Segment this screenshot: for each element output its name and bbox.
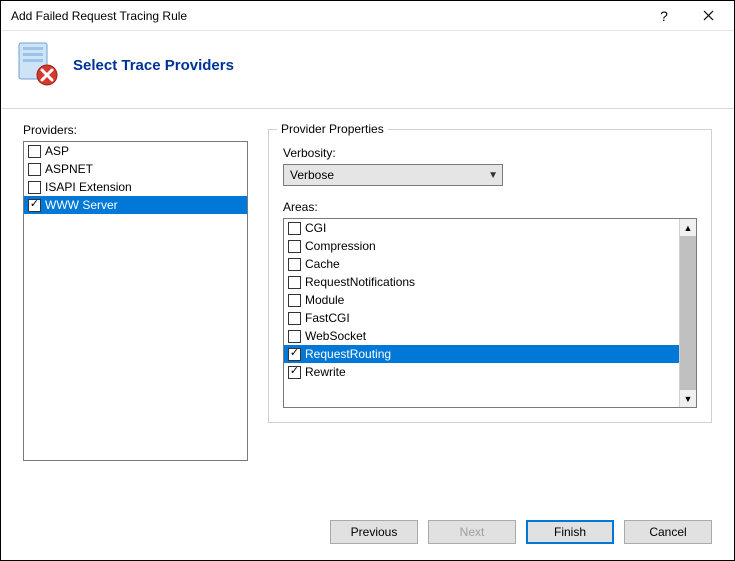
area-item-label: CGI bbox=[305, 221, 326, 235]
group-legend: Provider Properties bbox=[277, 122, 388, 136]
verbosity-combobox[interactable]: Verbose ▼ bbox=[283, 164, 503, 186]
area-item[interactable]: Rewrite bbox=[284, 363, 679, 381]
provider-item-label: ISAPI Extension bbox=[45, 180, 132, 194]
areas-label: Areas: bbox=[283, 200, 697, 214]
area-item-label: WebSocket bbox=[305, 329, 366, 343]
area-item[interactable]: Cache bbox=[284, 255, 679, 273]
close-icon bbox=[703, 10, 714, 21]
provider-item[interactable]: ASP bbox=[24, 142, 247, 160]
scroll-down-icon[interactable]: ▼ bbox=[680, 390, 696, 407]
scroll-up-icon[interactable]: ▲ bbox=[680, 219, 696, 236]
checkbox-icon[interactable] bbox=[288, 312, 301, 325]
area-item-label: Rewrite bbox=[305, 365, 346, 379]
area-item-label: RequestNotifications bbox=[305, 275, 415, 289]
verbosity-value: Verbose bbox=[290, 168, 334, 182]
window-title: Add Failed Request Tracing Rule bbox=[11, 9, 642, 23]
finish-button[interactable]: Finish bbox=[526, 520, 614, 544]
dialog-window: Add Failed Request Tracing Rule ? Select… bbox=[0, 0, 735, 561]
verbosity-label: Verbosity: bbox=[283, 146, 697, 160]
provider-properties-group: Provider Properties Verbosity: Verbose ▼… bbox=[268, 129, 712, 423]
area-item[interactable]: RequestNotifications bbox=[284, 273, 679, 291]
checkbox-icon[interactable] bbox=[288, 330, 301, 343]
area-item[interactable]: CGI bbox=[284, 219, 679, 237]
provider-item[interactable]: ISAPI Extension bbox=[24, 178, 247, 196]
area-item[interactable]: WebSocket bbox=[284, 327, 679, 345]
providers-column: Providers: ASP ASPNET ISAPI Extension WWW S… bbox=[23, 123, 248, 496]
content-area: Providers: ASP ASPNET ISAPI Extension WWW S… bbox=[1, 109, 734, 504]
providers-label: Providers: bbox=[23, 123, 248, 137]
checkbox-icon[interactable] bbox=[28, 181, 41, 194]
chevron-down-icon: ▼ bbox=[488, 170, 498, 181]
checkbox-icon[interactable] bbox=[28, 163, 41, 176]
wizard-footer: Previous Next Finish Cancel bbox=[1, 504, 734, 560]
area-item-label: Compression bbox=[305, 239, 376, 253]
checkbox-icon[interactable] bbox=[288, 258, 301, 271]
page-title: Select Trace Providers bbox=[73, 57, 234, 74]
previous-button[interactable]: Previous bbox=[330, 520, 418, 544]
wizard-icon bbox=[15, 41, 61, 90]
checkbox-icon[interactable] bbox=[28, 199, 41, 212]
provider-item[interactable]: WWW Server bbox=[24, 196, 247, 214]
checkbox-icon[interactable] bbox=[288, 294, 301, 307]
area-item-label: Module bbox=[305, 293, 344, 307]
provider-item-label: ASPNET bbox=[45, 162, 93, 176]
checkbox-icon[interactable] bbox=[288, 348, 301, 361]
area-item[interactable]: Compression bbox=[284, 237, 679, 255]
checkbox-icon[interactable] bbox=[288, 366, 301, 379]
providers-listbox[interactable]: ASP ASPNET ISAPI Extension WWW Server bbox=[23, 141, 248, 461]
cancel-button[interactable]: Cancel bbox=[624, 520, 712, 544]
provider-item-label: ASP bbox=[45, 144, 69, 158]
titlebar: Add Failed Request Tracing Rule ? bbox=[1, 1, 734, 31]
checkbox-icon[interactable] bbox=[288, 276, 301, 289]
provider-item[interactable]: ASPNET bbox=[24, 160, 247, 178]
area-item-label: RequestRouting bbox=[305, 347, 391, 361]
close-button[interactable] bbox=[686, 2, 730, 30]
checkbox-icon[interactable] bbox=[288, 240, 301, 253]
help-button[interactable]: ? bbox=[642, 2, 686, 30]
provider-item-label: WWW Server bbox=[45, 198, 118, 212]
area-item-label: FastCGI bbox=[305, 311, 350, 325]
areas-scrollbar[interactable]: ▲ ▼ bbox=[679, 219, 696, 407]
area-item[interactable]: FastCGI bbox=[284, 309, 679, 327]
scrollbar-thumb[interactable] bbox=[680, 236, 696, 390]
wizard-header: Select Trace Providers bbox=[1, 31, 734, 109]
area-item[interactable]: RequestRouting bbox=[284, 345, 679, 363]
properties-column: Provider Properties Verbosity: Verbose ▼… bbox=[268, 123, 712, 496]
checkbox-icon[interactable] bbox=[28, 145, 41, 158]
area-item[interactable]: Module bbox=[284, 291, 679, 309]
areas-listbox[interactable]: CGI Compression Cache RequestNotifications M… bbox=[283, 218, 697, 408]
next-button: Next bbox=[428, 520, 516, 544]
checkbox-icon[interactable] bbox=[288, 222, 301, 235]
area-item-label: Cache bbox=[305, 257, 340, 271]
